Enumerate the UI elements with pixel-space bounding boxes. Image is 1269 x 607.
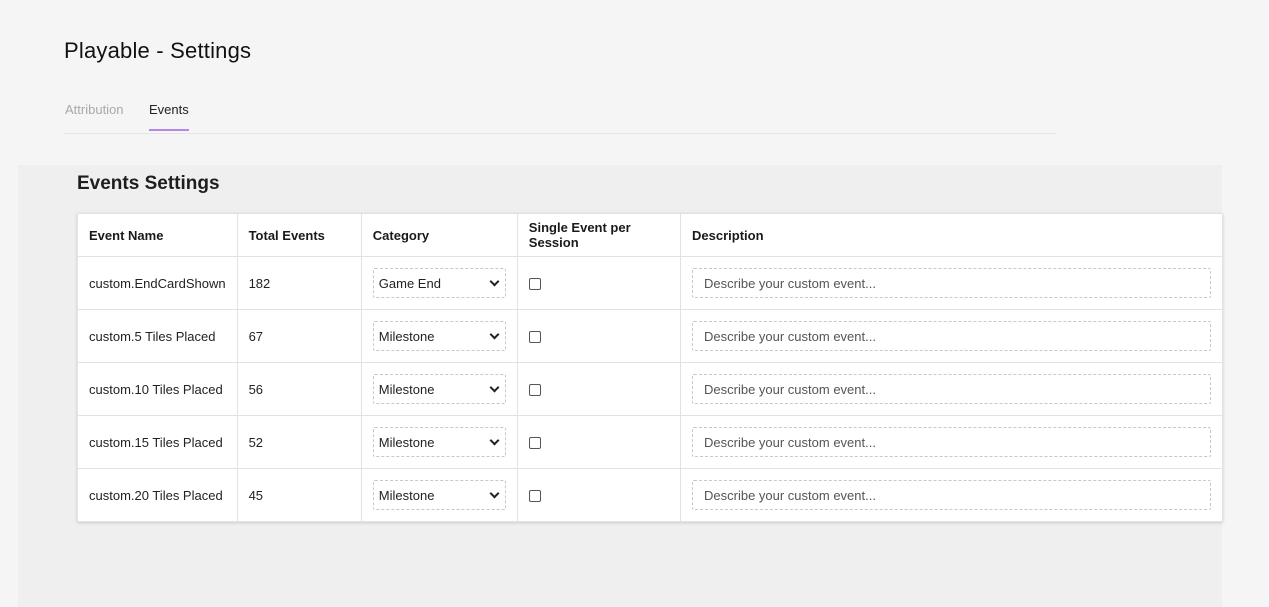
category-select[interactable]: Milestone — [372, 480, 506, 510]
table-row: custom.10 Tiles Placed 56 Milestone Desc… — [77, 362, 1223, 416]
description-cell: Describe your custom event... — [680, 256, 1223, 310]
table-header-row: Event Name Total Events Category Single … — [77, 213, 1223, 257]
description-cell: Describe your custom event... — [680, 309, 1223, 363]
events-table: Event Name Total Events Category Single … — [77, 213, 1223, 522]
category-select-value: Milestone — [378, 381, 435, 397]
total-events-cell: 67 — [236, 309, 362, 363]
category-select[interactable]: Milestone — [372, 374, 506, 404]
single-event-cell — [516, 362, 682, 416]
table-row: custom.15 Tiles Placed 52 Milestone Desc… — [77, 415, 1223, 469]
description-input[interactable]: Describe your custom event... — [692, 480, 1211, 510]
tab-attribution[interactable]: Attribution — [65, 102, 124, 131]
event-name-cell: custom.20 Tiles Placed — [77, 468, 238, 522]
description-cell: Describe your custom event... — [680, 468, 1223, 522]
single-event-checkbox[interactable] — [528, 331, 541, 344]
column-header-description: Description — [680, 213, 1223, 257]
category-cell: Milestone — [360, 362, 518, 416]
chevron-down-icon — [489, 435, 500, 445]
event-name-cell: custom.EndCardShown — [77, 256, 238, 310]
category-select-value: Milestone — [378, 434, 435, 450]
single-event-cell — [516, 256, 682, 310]
category-select-value: Milestone — [378, 328, 435, 344]
section-title: Events Settings — [77, 173, 220, 194]
single-event-cell — [516, 468, 682, 522]
category-select-value: Milestone — [378, 487, 435, 503]
category-cell: Game End — [360, 256, 518, 310]
single-event-checkbox[interactable] — [528, 490, 541, 503]
column-header-total-events: Total Events — [236, 213, 362, 257]
event-name-cell: custom.5 Tiles Placed — [77, 309, 238, 363]
category-cell: Milestone — [360, 468, 518, 522]
event-name-cell: custom.10 Tiles Placed — [77, 362, 238, 416]
single-event-checkbox[interactable] — [528, 278, 541, 291]
single-event-checkbox[interactable] — [528, 437, 541, 450]
column-header-single-event: Single Event per Session — [516, 213, 682, 257]
table-row: custom.5 Tiles Placed 67 Milestone Descr… — [77, 309, 1223, 363]
description-input[interactable]: Describe your custom event... — [692, 374, 1211, 404]
settings-page: Playable - Settings Attribution Events E… — [0, 0, 1269, 607]
total-events-cell: 45 — [236, 468, 362, 522]
description-input[interactable]: Describe your custom event... — [692, 268, 1211, 298]
event-name-cell: custom.15 Tiles Placed — [77, 415, 238, 469]
description-cell: Describe your custom event... — [680, 362, 1223, 416]
category-select[interactable]: Game End — [372, 268, 506, 298]
description-cell: Describe your custom event... — [680, 415, 1223, 469]
single-event-cell — [516, 415, 682, 469]
tab-bar: Attribution Events — [64, 96, 1056, 134]
category-cell: Milestone — [360, 309, 518, 363]
chevron-down-icon — [489, 276, 500, 286]
table-row: custom.20 Tiles Placed 45 Milestone Desc… — [77, 468, 1223, 522]
description-input[interactable]: Describe your custom event... — [692, 427, 1211, 457]
page-title: Playable - Settings — [64, 38, 252, 63]
single-event-cell — [516, 309, 682, 363]
category-cell: Milestone — [360, 415, 518, 469]
category-select[interactable]: Milestone — [372, 427, 506, 457]
total-events-cell: 52 — [236, 415, 362, 469]
chevron-down-icon — [489, 329, 500, 339]
category-select[interactable]: Milestone — [372, 321, 506, 351]
chevron-down-icon — [489, 382, 500, 392]
single-event-checkbox[interactable] — [528, 384, 541, 397]
total-events-cell: 182 — [236, 256, 362, 310]
column-header-event-name: Event Name — [77, 213, 238, 257]
table-row: custom.EndCardShown 182 Game End Describ… — [77, 256, 1223, 310]
column-header-category: Category — [360, 213, 518, 257]
description-input[interactable]: Describe your custom event... — [692, 321, 1211, 351]
category-select-value: Game End — [378, 275, 441, 291]
chevron-down-icon — [489, 488, 500, 498]
tab-events[interactable]: Events — [149, 102, 189, 131]
total-events-cell: 56 — [236, 362, 362, 416]
